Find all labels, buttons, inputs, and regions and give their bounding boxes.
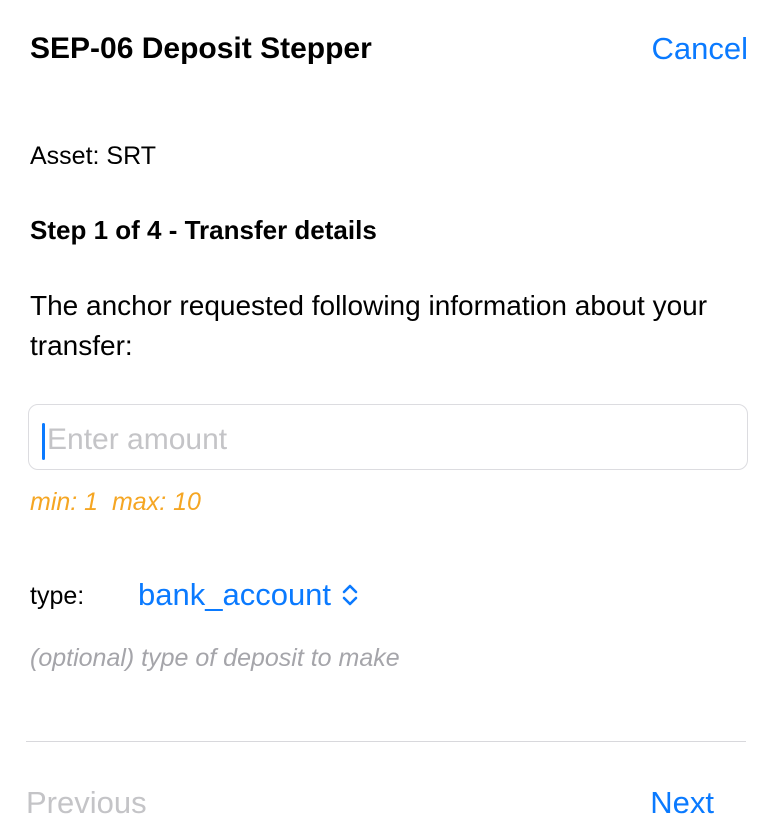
type-hint: (optional) type of deposit to make [30,644,400,672]
amount-limits-hint: min: 1 max: 10 [30,488,201,516]
asset-label: Asset: SRT [30,142,156,170]
page-title: SEP-06 Deposit Stepper [30,32,372,65]
text-caret [42,423,45,460]
amount-placeholder: Enter amount [47,423,228,456]
footer-divider [26,741,746,742]
step-title: Step 1 of 4 - Transfer details [30,215,377,245]
chevron-up-down-icon [341,582,359,608]
cancel-button[interactable]: Cancel [652,30,749,68]
type-label: type: [30,582,85,610]
type-picker[interactable]: bank_account [138,576,359,614]
next-button[interactable]: Next [650,784,714,822]
previous-button[interactable]: Previous [26,784,147,822]
amount-input[interactable]: Enter amount [28,404,748,470]
type-picker-value: bank_account [138,577,332,612]
step-description: The anchor requested following informati… [30,290,708,361]
